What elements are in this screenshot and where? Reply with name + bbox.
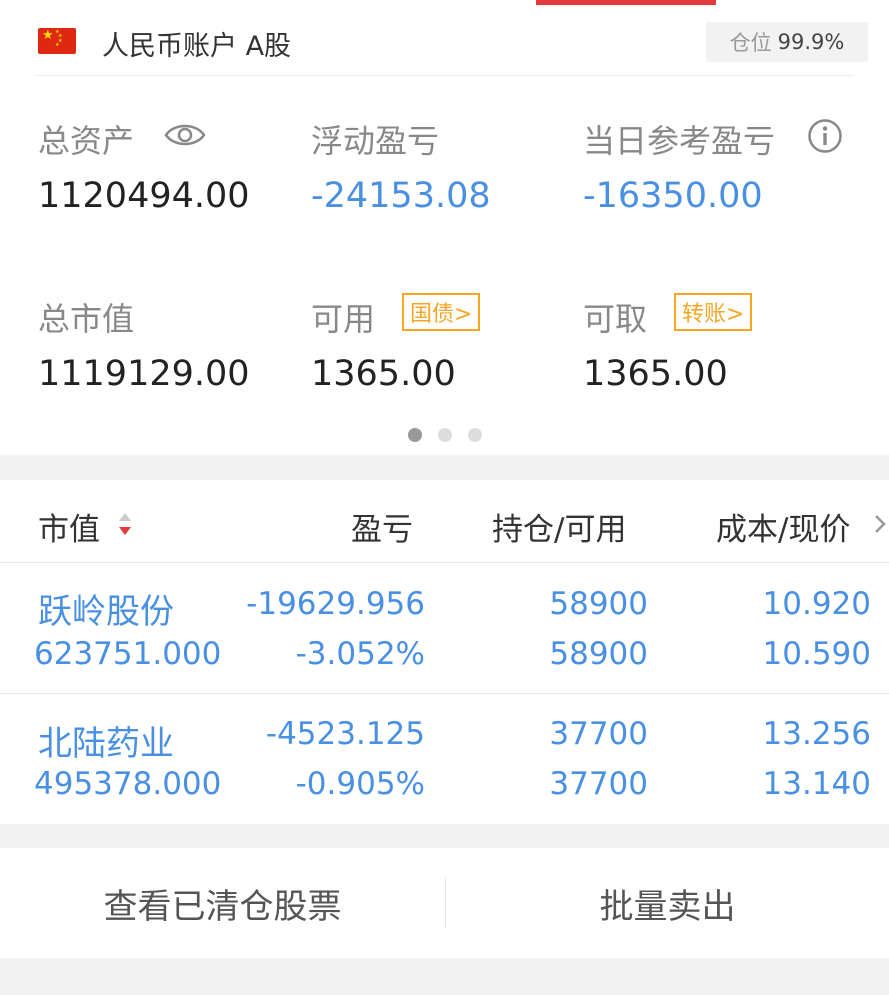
account-header[interactable]: ★ ★ ★ ★ ★ 人民币账户 A股 仓位 99.9%: [36, 22, 868, 76]
chevron-right-icon[interactable]: [874, 514, 886, 534]
stock-available: 58900: [549, 636, 648, 672]
header-cost-price[interactable]: 成本/现价: [716, 504, 850, 549]
stock-cost: 10.920: [762, 586, 871, 622]
stock-market-value: 495378.000: [34, 766, 222, 802]
account-name: 人民币账户 A股: [102, 31, 292, 62]
tab-indicator: [536, 0, 716, 5]
treasury-bond-button[interactable]: 国债>: [402, 293, 481, 331]
sort-icon[interactable]: [117, 510, 133, 538]
floating-pl-value: -24153.08: [311, 176, 491, 216]
stock-name: 跃岭股份: [38, 592, 174, 632]
stock-pl: -19629.956: [246, 586, 425, 622]
available-value: 1365.00: [311, 354, 456, 394]
divider: [0, 693, 889, 694]
stock-price: 10.590: [762, 636, 871, 672]
account-summary-card: ★ ★ ★ ★ ★ 人民币账户 A股 仓位 99.9% 总资产 1120494.…: [0, 0, 889, 455]
china-flag-icon: ★ ★ ★ ★ ★: [38, 28, 76, 54]
header-pl[interactable]: 盈亏: [351, 504, 413, 549]
stock-name: 北陆药业: [38, 724, 174, 764]
page-dot[interactable]: [468, 428, 482, 442]
page-dot[interactable]: [408, 428, 422, 442]
position-label: 仓位: [729, 31, 772, 55]
divider: [0, 562, 889, 563]
eye-icon[interactable]: [164, 117, 206, 153]
action-bar: 查看已清仓股票 批量卖出: [0, 848, 889, 958]
stock-price: 13.140: [762, 766, 871, 802]
stock-holding: 37700: [549, 716, 648, 752]
total-assets-value: 1120494.00: [38, 176, 250, 216]
daily-pl-label: 当日参考盈亏: [583, 122, 776, 160]
total-assets-label: 总资产: [38, 122, 135, 160]
stock-holding: 58900: [549, 586, 648, 622]
holdings-table: 市值 盈亏 持仓/可用 成本/现价 跃岭股份 623751.000 -19629…: [0, 480, 889, 824]
view-cleared-stocks-button[interactable]: 查看已清仓股票: [0, 848, 445, 958]
header-holding-available[interactable]: 持仓/可用: [492, 504, 626, 549]
page-dot[interactable]: [438, 428, 452, 442]
stock-cost: 13.256: [762, 716, 871, 752]
available-label: 可用: [311, 300, 376, 338]
batch-sell-button[interactable]: 批量卖出: [446, 848, 889, 958]
position-value: 99.9%: [777, 30, 845, 54]
withdrawable-value: 1365.00: [583, 354, 728, 394]
daily-pl-value: -16350.00: [583, 176, 763, 216]
withdrawable-label: 可取: [583, 300, 648, 338]
market-value-value: 1119129.00: [38, 354, 250, 394]
floating-pl-label: 浮动盈亏: [311, 122, 440, 160]
info-icon[interactable]: [807, 118, 843, 154]
stock-pl-pct: -3.052%: [295, 636, 425, 672]
stock-available: 37700: [549, 766, 648, 802]
market-value-label: 总市值: [38, 300, 135, 338]
stock-market-value: 623751.000: [34, 636, 222, 672]
transfer-button[interactable]: 转账>: [674, 293, 753, 331]
header-market-value[interactable]: 市值: [38, 504, 100, 549]
page-indicator[interactable]: [408, 428, 498, 442]
stock-pl: -4523.125: [265, 716, 425, 752]
stock-pl-pct: -0.905%: [295, 766, 425, 802]
position-badge: 仓位 99.9%: [706, 22, 868, 62]
